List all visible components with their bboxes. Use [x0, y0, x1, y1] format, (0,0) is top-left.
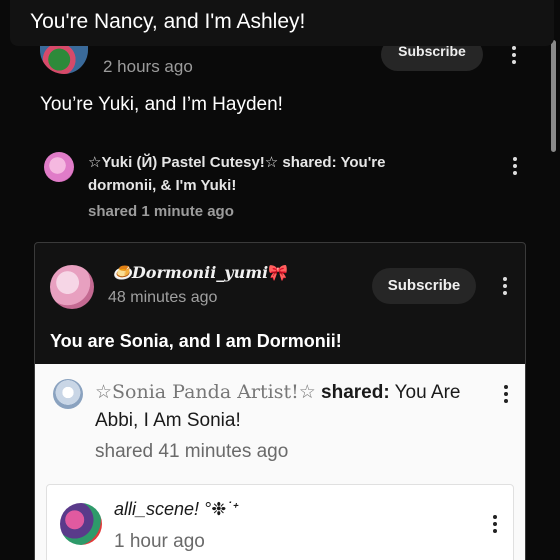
nested-share-line2: Abbi, I Am Sonia!: [95, 410, 241, 431]
more-vertical-icon[interactable]: [502, 385, 510, 403]
more-vertical-icon[interactable]: [491, 515, 499, 533]
inner-post-username[interactable]: alli_scene! °❉˙ᐩ: [114, 499, 239, 520]
nested-share-text: You Are: [394, 382, 461, 403]
subscribe-button[interactable]: Subscribe: [372, 268, 476, 304]
nested-share-author[interactable]: ☆Sonia Panda Artist!☆: [95, 381, 316, 403]
share-text-line2: dormonii, & I'm Yuki!: [88, 177, 237, 194]
share-text-line1: ☆Yuki (Й) Pastel Cutesy!☆ shared: You're: [88, 154, 386, 171]
avatar[interactable]: [60, 503, 102, 545]
nested-share-line1: ☆Sonia Panda Artist!☆ shared: You Are: [95, 381, 461, 404]
post-time: 2 hours ago: [103, 57, 193, 76]
nested-share-shared-word: shared:: [321, 382, 390, 403]
inner-post-time: 1 hour ago: [114, 531, 205, 552]
caption-bar: You're Nancy, and I'm Ashley!: [10, 0, 554, 46]
caption-text: You're Nancy, and I'm Ashley!: [30, 10, 306, 33]
card-time: 48 minutes ago: [108, 289, 218, 306]
more-vertical-icon[interactable]: [511, 157, 519, 175]
pudding-icon: 🍮: [112, 263, 132, 282]
more-vertical-icon[interactable]: [501, 277, 509, 295]
post-body: You’re Yuki, and I’m Hayden!: [40, 94, 283, 115]
card-username-text: Dormonii_yumi: [131, 263, 269, 282]
share-meta: shared 1 minute ago: [88, 203, 234, 220]
nested-share-meta: shared 41 minutes ago: [95, 441, 289, 462]
scrollbar[interactable]: [551, 40, 556, 152]
card-body: You are Sonia, and I am Dormonii!: [50, 331, 342, 351]
card-username[interactable]: 🍮Dormonii_yumi🎀: [112, 263, 288, 282]
avatar[interactable]: [44, 152, 74, 182]
avatar[interactable]: [53, 379, 83, 409]
avatar[interactable]: [50, 265, 94, 309]
ribbon-icon: 🎀: [268, 263, 289, 282]
more-vertical-icon[interactable]: [510, 46, 518, 64]
